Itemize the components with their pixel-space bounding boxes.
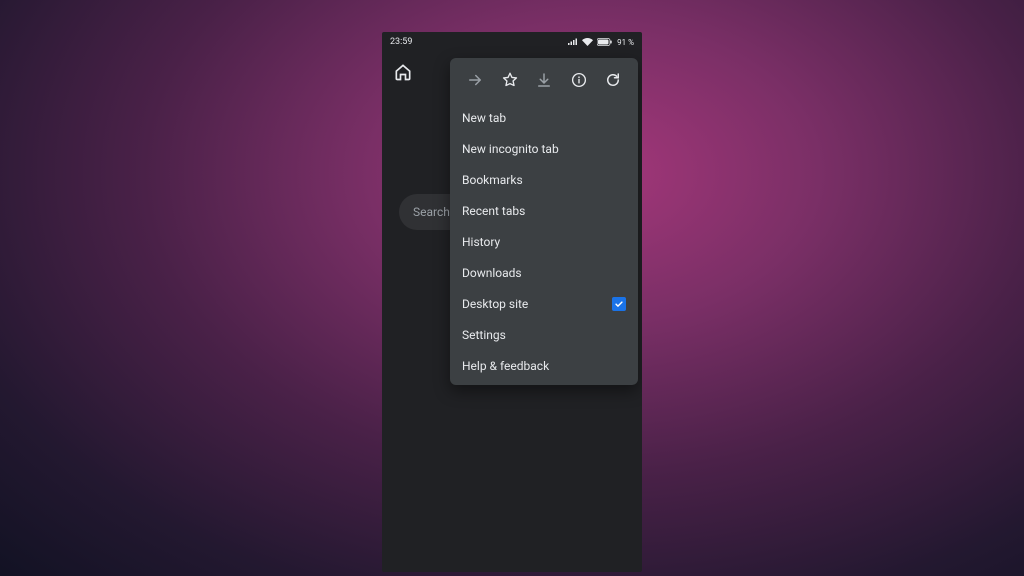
forward-button[interactable] [462, 67, 488, 93]
info-icon [570, 71, 588, 89]
menu-item-label: History [462, 235, 500, 249]
menu-item-label: New incognito tab [462, 142, 559, 156]
menu-icon-row [450, 58, 638, 102]
battery-icon [597, 38, 613, 46]
menu-item-settings[interactable]: Settings [450, 319, 638, 350]
status-time: 23:59 [390, 37, 412, 47]
menu-item-label: Bookmarks [462, 173, 523, 187]
home-icon [393, 62, 413, 82]
menu-item-recent-tabs[interactable]: Recent tabs [450, 195, 638, 226]
menu-item-new-incognito-tab[interactable]: New incognito tab [450, 133, 638, 164]
menu-item-history[interactable]: History [450, 226, 638, 257]
menu-item-new-tab[interactable]: New tab [450, 102, 638, 133]
menu-item-label: Recent tabs [462, 204, 525, 218]
arrow-right-icon [466, 71, 484, 89]
download-button[interactable] [531, 67, 557, 93]
status-right: 91 % [568, 38, 634, 47]
menu-item-label: New tab [462, 111, 506, 125]
overflow-menu: New tab New incognito tab Bookmarks Rece… [450, 58, 638, 385]
signal-icon [568, 38, 578, 46]
menu-item-label: Downloads [462, 266, 522, 280]
status-bar: 23:59 91 % [382, 32, 642, 52]
reload-button[interactable] [600, 67, 626, 93]
home-button[interactable] [388, 57, 418, 87]
menu-item-downloads[interactable]: Downloads [450, 257, 638, 288]
menu-item-label: Desktop site [462, 297, 528, 311]
menu-item-help-feedback[interactable]: Help & feedback [450, 350, 638, 381]
download-icon [535, 71, 553, 89]
desktop-site-checkbox[interactable] [612, 297, 626, 311]
wifi-icon [582, 38, 593, 46]
star-icon [501, 71, 519, 89]
menu-item-bookmarks[interactable]: Bookmarks [450, 164, 638, 195]
info-button[interactable] [566, 67, 592, 93]
battery-percent: 91 % [617, 38, 634, 47]
phone-frame: 23:59 91 % Search or [382, 32, 642, 572]
check-icon [614, 299, 624, 309]
menu-item-label: Help & feedback [462, 359, 549, 373]
refresh-icon [604, 71, 622, 89]
menu-item-label: Settings [462, 328, 506, 342]
menu-items: New tab New incognito tab Bookmarks Rece… [450, 102, 638, 385]
bookmark-button[interactable] [497, 67, 523, 93]
menu-item-desktop-site[interactable]: Desktop site [450, 288, 638, 319]
